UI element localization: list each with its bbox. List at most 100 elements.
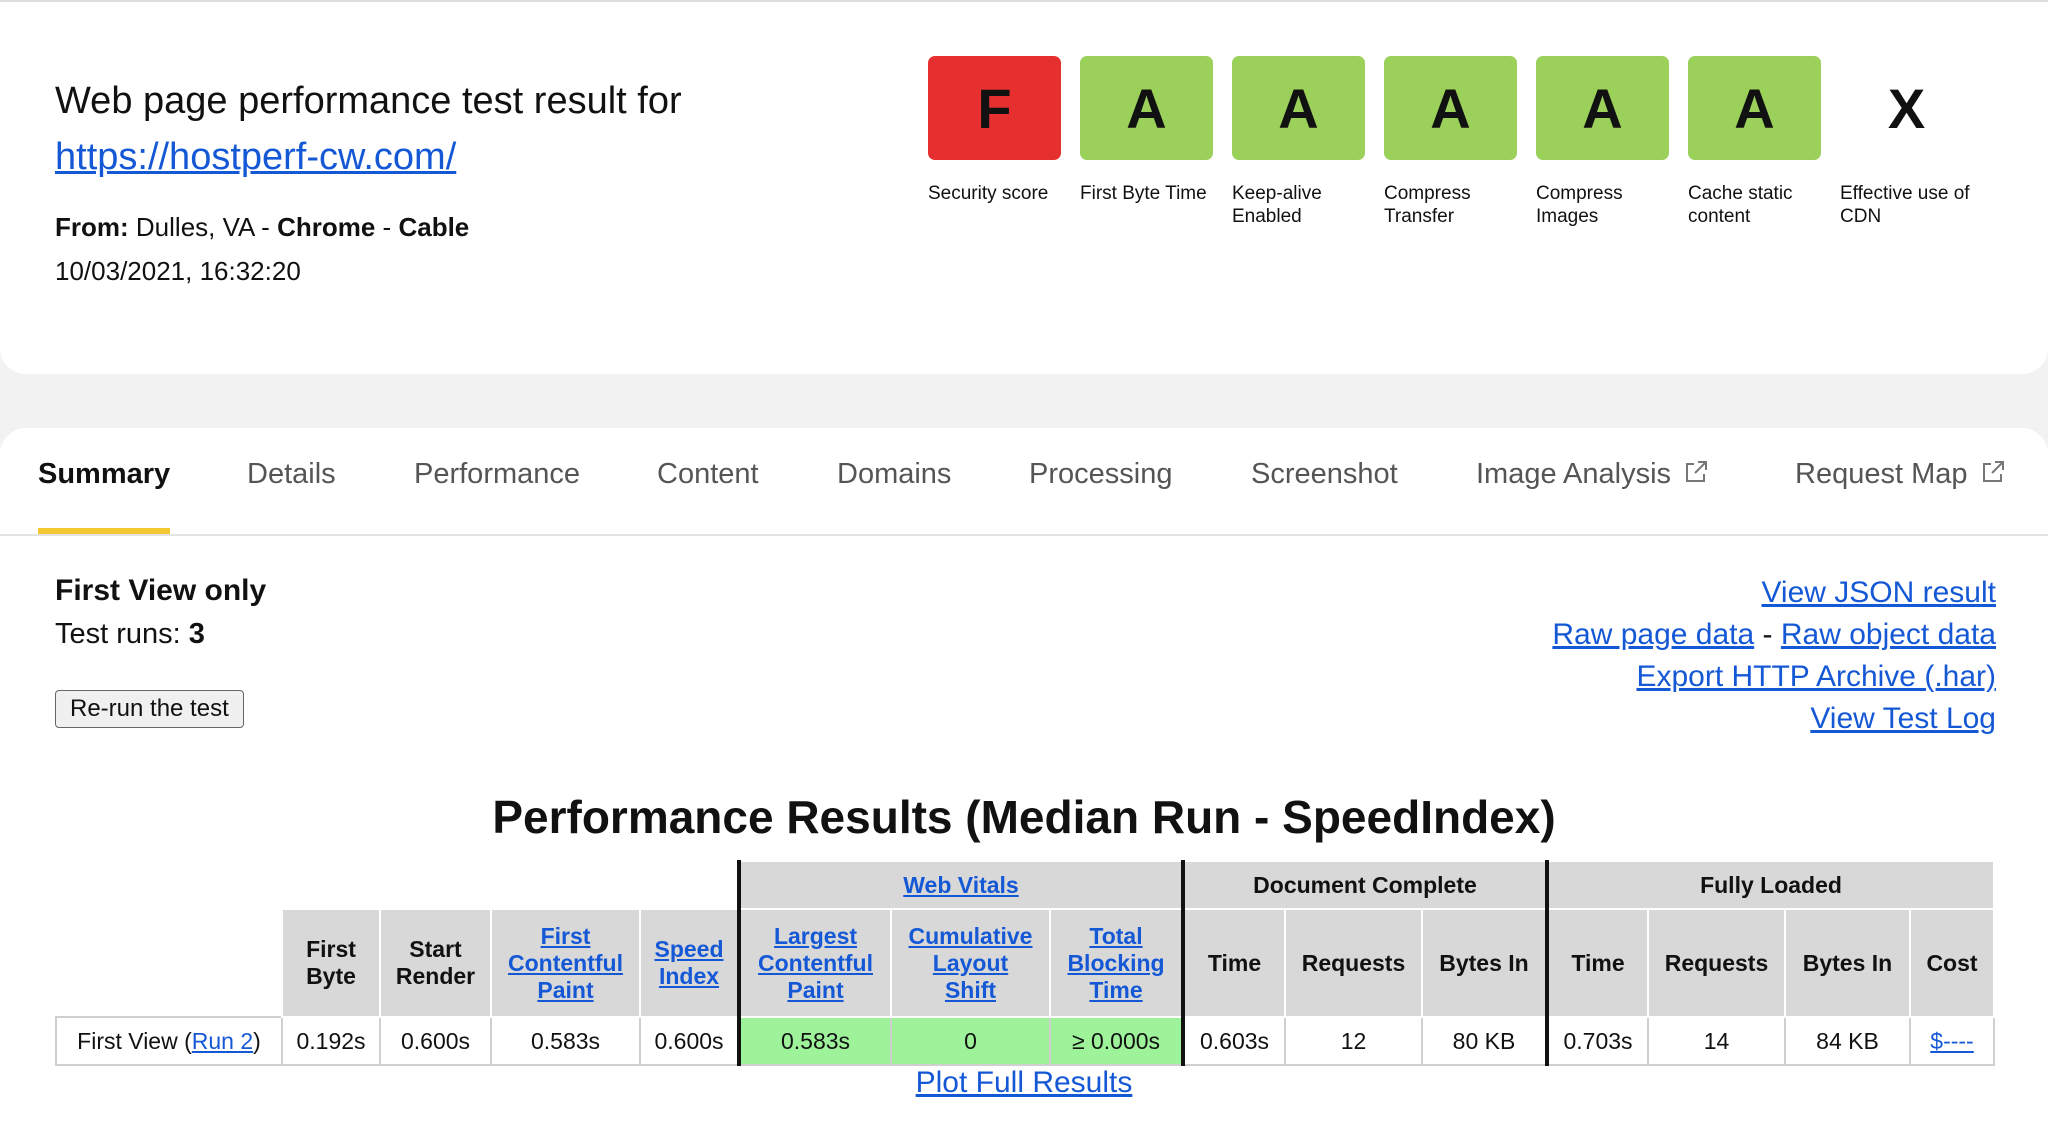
fully-loaded-header: Fully Loaded <box>1545 860 1995 910</box>
tab-bar: Summary Details Performance Content Doma… <box>0 428 2048 536</box>
lcp-link[interactable]: Largest Contentful Paint <box>758 923 873 1003</box>
col-cumulative-layout-shift: Cumulative Layout Shift <box>890 908 1051 1018</box>
test-runs: Test runs: 3 <box>55 618 205 651</box>
fl-time-value: 0.703s <box>1545 1016 1649 1066</box>
browser-name: Chrome <box>277 212 376 242</box>
tab-label: Request Map <box>1795 458 1968 490</box>
tab-processing[interactable]: Processing <box>1029 458 1172 534</box>
plot-link-container: Plot Full Results <box>0 1066 2048 1100</box>
tab-summary[interactable]: Summary <box>38 458 171 534</box>
cls-value: 0 <box>890 1016 1051 1066</box>
col-dc-requests: Requests <box>1284 908 1423 1018</box>
tab-label: Image Analysis <box>1476 458 1672 490</box>
tab-screenshot[interactable]: Screenshot <box>1251 458 1398 534</box>
cost-value: $---- <box>1909 1016 1995 1066</box>
fl-bytes-value: 84 KB <box>1784 1016 1911 1066</box>
tab-request-map[interactable]: Request Map <box>1795 458 2006 534</box>
raw-page-data-link[interactable]: Raw page data <box>1552 618 1754 651</box>
from-location: Dulles, VA <box>135 212 254 242</box>
fcp-link[interactable]: First Contentful Paint <box>508 923 623 1003</box>
grade-box: A <box>1536 56 1669 160</box>
grade-label: Compress Images <box>1536 183 1623 227</box>
run-2-link[interactable]: Run 2 <box>192 1028 253 1054</box>
tab-performance[interactable]: Performance <box>414 458 580 534</box>
table-row: First View (Run 2) 0.192s 0.600s 0.583s … <box>55 1016 1995 1066</box>
fl-requests-value: 14 <box>1647 1016 1786 1066</box>
grade-box: A <box>1232 56 1365 160</box>
view-test-log-link[interactable]: View Test Log <box>1810 702 1996 735</box>
tab-details[interactable]: Details <box>247 458 336 534</box>
fcp-value: 0.583s <box>490 1016 641 1066</box>
separator: - <box>1762 618 1773 651</box>
grade-cdn[interactable]: X Effective use of CDN <box>1840 56 1973 228</box>
separator: - <box>261 212 270 242</box>
grade-box: A <box>1384 56 1517 160</box>
start-render-value: 0.600s <box>379 1016 492 1066</box>
test-runs-value: 3 <box>188 618 205 650</box>
external-link-icon <box>1683 459 1709 493</box>
col-fl-time: Time <box>1545 908 1649 1018</box>
external-link-icon <box>1980 459 2006 493</box>
dc-bytes-value: 80 KB <box>1421 1016 1548 1066</box>
col-fl-cost: Cost <box>1909 908 1995 1018</box>
grade-label: First Byte Time <box>1080 183 1207 204</box>
dc-time-value: 0.603s <box>1181 1016 1286 1066</box>
tab-image-analysis[interactable]: Image Analysis <box>1476 458 1709 534</box>
plot-full-results-link[interactable]: Plot Full Results <box>916 1066 1133 1099</box>
test-location-info: From: Dulles, VA - Chrome - Cable <box>55 212 469 243</box>
grade-compress-images[interactable]: A Compress Images <box>1536 56 1669 228</box>
rerun-test-button[interactable]: Re-run the test <box>55 690 244 728</box>
test-runs-label: Test runs: <box>55 618 181 650</box>
col-first-byte: First Byte <box>281 908 381 1018</box>
column-header-row: First Byte Start Render First Contentful Pai… <box>56 908 1995 1018</box>
col-largest-contentful-paint: Largest Contentful Paint <box>737 908 892 1018</box>
grade-box: F <box>928 56 1061 160</box>
document-complete-header: Document Complete <box>1181 860 1548 910</box>
grade-box: X <box>1840 56 1973 160</box>
from-label: From: <box>55 212 129 242</box>
grade-label: Security score <box>928 183 1049 204</box>
raw-object-data-link[interactable]: Raw object data <box>1781 618 1996 651</box>
grade-keep-alive[interactable]: A Keep-alive Enabled <box>1232 56 1365 228</box>
tab-content[interactable]: Content <box>657 458 759 534</box>
col-first-contentful-paint: First Contentful Paint <box>490 908 641 1018</box>
dc-requests-value: 12 <box>1284 1016 1423 1066</box>
grade-first-byte-time[interactable]: A First Byte Time <box>1080 56 1213 228</box>
col-dc-time: Time <box>1181 908 1286 1018</box>
cls-link[interactable]: Cumulative Layout Shift <box>909 923 1033 1003</box>
grade-compress-transfer[interactable]: A Compress Transfer <box>1384 56 1517 228</box>
export-har-link[interactable]: Export HTTP Archive (.har) <box>1636 660 1996 693</box>
col-fl-bytes: Bytes In <box>1784 908 1911 1018</box>
tested-url-link[interactable]: https://hostperf-cw.com/ <box>55 136 456 179</box>
export-links: View JSON result Raw page data - Raw obj… <box>1552 572 1996 740</box>
col-start-render: Start Render <box>379 908 492 1018</box>
page-title: Web page performance test result for <box>55 80 682 122</box>
web-vitals-header: Web Vitals <box>737 860 1184 910</box>
col-speed-index: Speed Index <box>639 908 740 1018</box>
group-header-row: Web Vitals Document Complete Fully Loade… <box>56 860 1995 910</box>
col-fl-requests: Requests <box>1647 908 1786 1018</box>
view-json-link[interactable]: View JSON result <box>1761 576 1996 609</box>
col-total-blocking-time: Total Blocking Time <box>1049 908 1184 1018</box>
grade-label: Keep-alive Enabled <box>1232 183 1322 227</box>
lcp-value: 0.583s <box>737 1016 892 1066</box>
speed-index-value: 0.600s <box>639 1016 740 1066</box>
separator: - <box>382 212 392 242</box>
results-panel: Summary Details Performance Content Doma… <box>0 428 2048 1128</box>
test-date: 10/03/2021, 16:32:20 <box>55 256 301 286</box>
grade-cache-static[interactable]: A Cache static content <box>1688 56 1821 228</box>
web-vitals-link[interactable]: Web Vitals <box>903 872 1018 898</box>
grade-label: Compress Transfer <box>1384 183 1471 227</box>
grade-label: Effective use of CDN <box>1840 183 1970 227</box>
first-byte-value: 0.192s <box>281 1016 381 1066</box>
col-dc-bytes: Bytes In <box>1421 908 1548 1018</box>
connection-type: Cable <box>398 212 470 242</box>
tbt-link[interactable]: Total Blocking Time <box>1067 923 1164 1003</box>
tab-domains[interactable]: Domains <box>837 458 951 534</box>
performance-results-table: Web Vitals Document Complete Fully Loade… <box>55 860 1995 1066</box>
tbt-value: ≥ 0.000s <box>1049 1016 1184 1066</box>
grade-security[interactable]: F Security score <box>928 56 1061 228</box>
cost-link[interactable]: $---- <box>1930 1028 1973 1054</box>
speed-index-link[interactable]: Speed Index <box>654 936 723 989</box>
row-label: First View (Run 2) <box>55 1016 283 1066</box>
